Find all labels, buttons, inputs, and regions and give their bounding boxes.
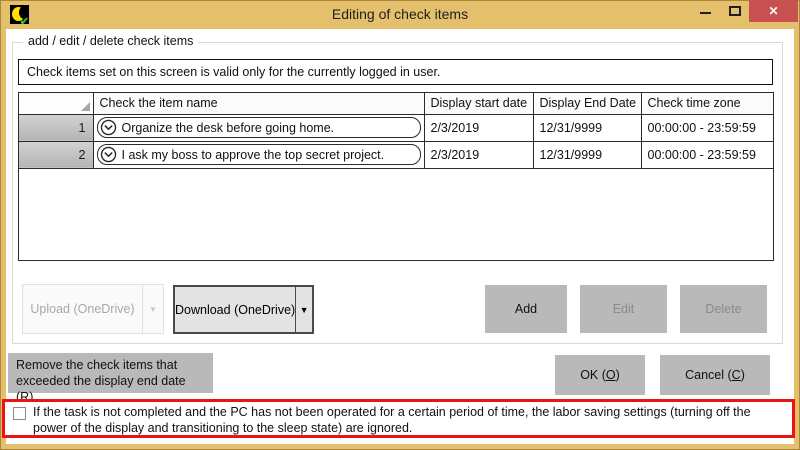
start-date-cell[interactable]: 2/3/2019: [424, 141, 533, 168]
start-date-cell[interactable]: 2/3/2019: [424, 114, 533, 141]
delete-button: Delete: [680, 285, 767, 333]
download-onedrive-label[interactable]: Download (OneDrive): [175, 287, 295, 332]
grid-table: Check the item name Display start date D…: [19, 93, 773, 169]
column-header-name[interactable]: Check the item name: [93, 93, 424, 114]
minimize-icon: [700, 12, 711, 14]
labor-saving-checkbox[interactable]: [13, 407, 26, 420]
edit-button: Edit: [580, 285, 667, 333]
groupbox-label: add / edit / delete check items: [23, 34, 198, 48]
minimize-button[interactable]: [691, 0, 719, 22]
labor-saving-highlight-box: If the task is not completed and the PC …: [2, 399, 795, 438]
title-bar: ✔ Editing of check items ✕: [0, 0, 800, 29]
corner-triangle-icon: [81, 102, 90, 111]
check-items-grid[interactable]: Check the item name Display start date D…: [18, 92, 774, 261]
column-header-time-zone[interactable]: Check time zone: [641, 93, 773, 114]
grid-corner-cell[interactable]: [19, 93, 93, 114]
chevron-down-circle-icon[interactable]: [100, 146, 117, 163]
upload-onedrive-label: Upload (OneDrive): [23, 285, 142, 333]
grid-header-row: Check the item name Display start date D…: [19, 93, 773, 114]
close-button[interactable]: ✕: [749, 0, 798, 22]
row-header[interactable]: 1: [19, 114, 93, 141]
remove-expired-button[interactable]: Remove the check items that exceeded the…: [8, 353, 213, 393]
upload-onedrive-button: Upload (OneDrive) ▼: [22, 284, 164, 334]
time-zone-cell[interactable]: 00:00:00 - 23:59:59: [641, 141, 773, 168]
item-name-text: Organize the desk before going home.: [122, 121, 335, 135]
column-header-end-date[interactable]: Display End Date: [533, 93, 641, 114]
row-header[interactable]: 2: [19, 141, 93, 168]
item-name-cell[interactable]: Organize the desk before going home.: [93, 114, 424, 141]
cancel-button[interactable]: Cancel (C): [660, 355, 770, 395]
client-area: add / edit / delete check items Check it…: [6, 29, 794, 444]
maximize-button[interactable]: [721, 0, 749, 22]
table-row[interactable]: 1 Organize the desk before going home. 2…: [19, 114, 773, 141]
ok-button[interactable]: OK (O): [555, 355, 645, 395]
window-title: Editing of check items: [0, 6, 800, 22]
upload-dropdown-arrow-icon: ▼: [142, 285, 163, 333]
column-header-start-date[interactable]: Display start date: [424, 93, 533, 114]
labor-saving-checkbox-label: If the task is not completed and the PC …: [33, 405, 781, 436]
end-date-cell[interactable]: 12/31/9999: [533, 141, 641, 168]
download-onedrive-button[interactable]: Download (OneDrive) ▼: [173, 285, 314, 334]
notice-textbox: Check items set on this screen is valid …: [18, 59, 773, 85]
maximize-icon: [729, 6, 741, 16]
table-row[interactable]: 2 I ask my boss to approve the top secre…: [19, 141, 773, 168]
chevron-down-circle-icon[interactable]: [100, 119, 117, 136]
item-name-pill[interactable]: Organize the desk before going home.: [97, 117, 421, 138]
item-name-text: I ask my boss to approve the top secret …: [122, 148, 385, 162]
end-date-cell[interactable]: 12/31/9999: [533, 114, 641, 141]
add-button[interactable]: Add: [485, 285, 567, 333]
time-zone-cell[interactable]: 00:00:00 - 23:59:59: [641, 114, 773, 141]
item-name-cell[interactable]: I ask my boss to approve the top secret …: [93, 141, 424, 168]
dialog-window: ✔ Editing of check items ✕ add / edit / …: [0, 0, 800, 450]
download-dropdown-arrow-icon[interactable]: ▼: [295, 287, 312, 332]
item-name-pill[interactable]: I ask my boss to approve the top secret …: [97, 144, 421, 165]
